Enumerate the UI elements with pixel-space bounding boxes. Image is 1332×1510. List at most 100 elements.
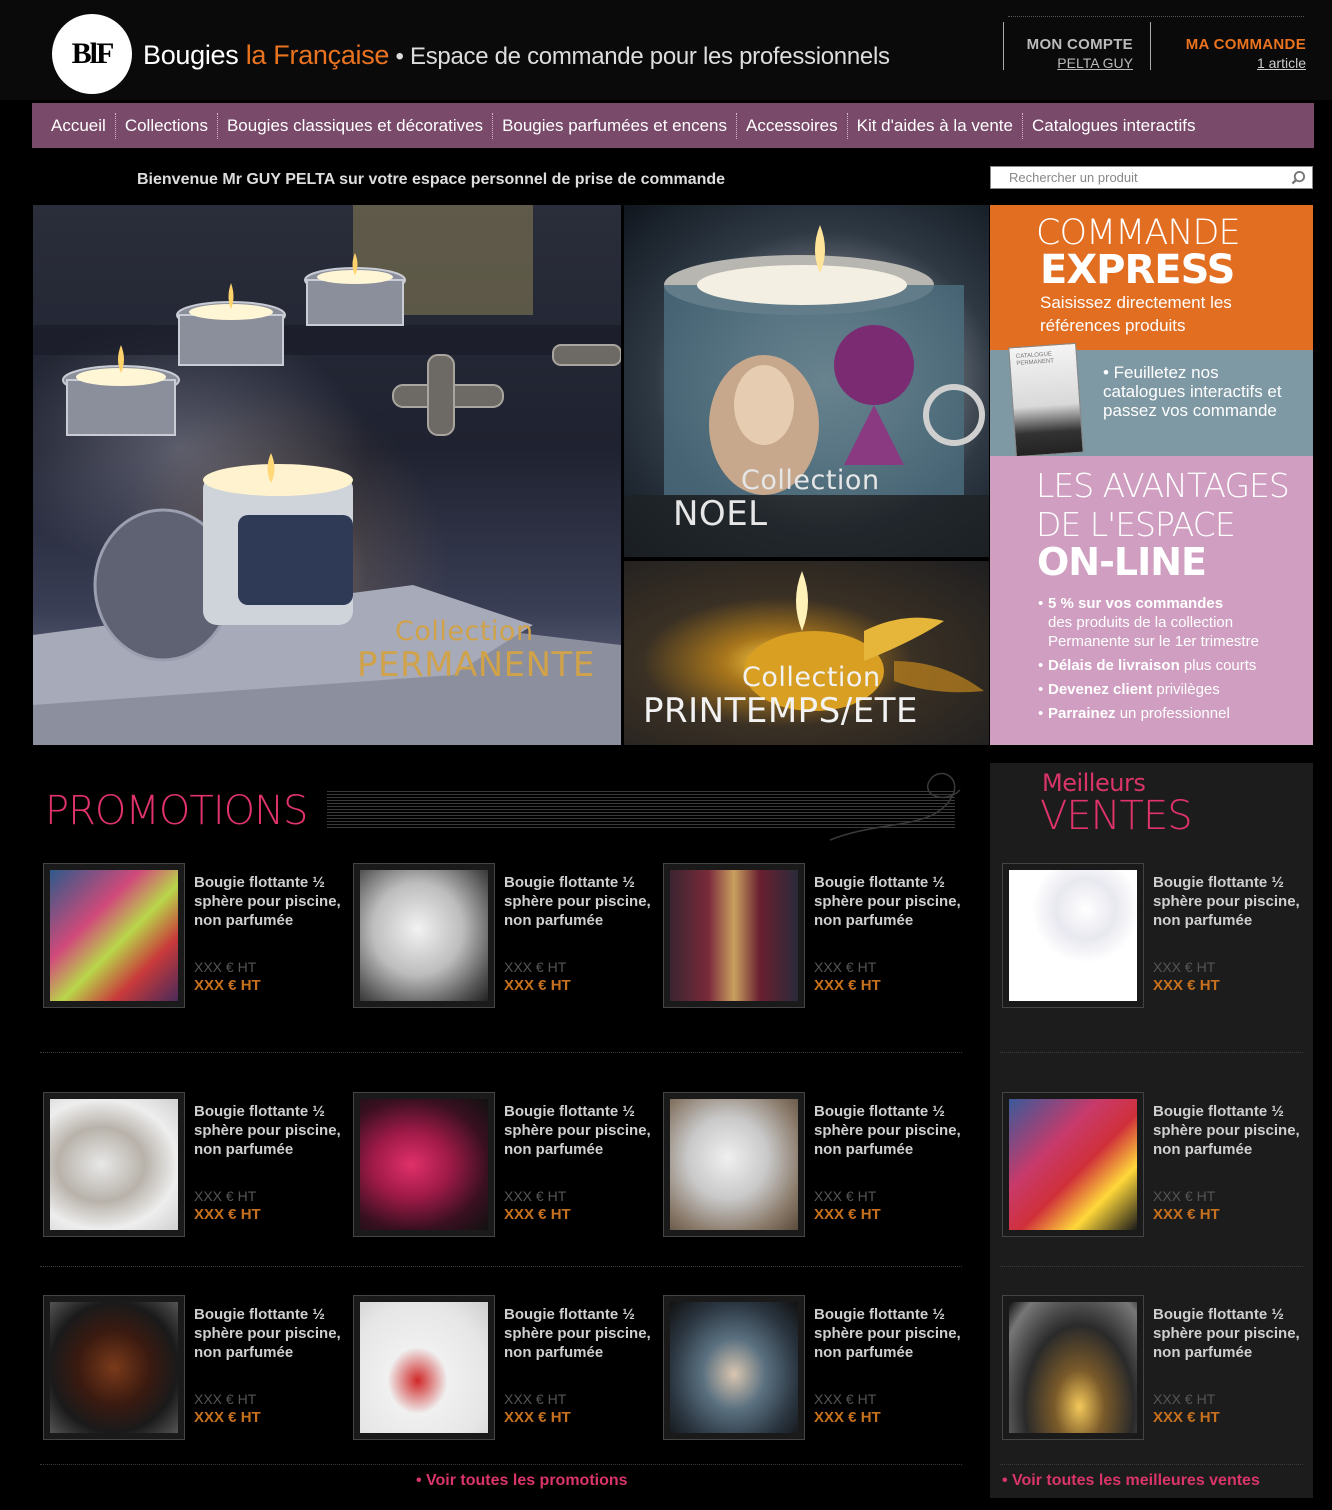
commande-express-box[interactable]: COMMANDE EXPRESS Saisissez directement l… (990, 205, 1313, 350)
swirl-decoration (829, 772, 961, 841)
order-count-link[interactable]: 1 article (1151, 55, 1306, 71)
avantages-item-text: un professionnel (1115, 705, 1230, 722)
promo-product-card[interactable]: Bougie flottante ½ sphère pour piscine, … (663, 863, 963, 1008)
product-image[interactable] (360, 870, 488, 1001)
product-name[interactable]: Bougie flottante ½ sphère pour piscine, … (504, 1305, 652, 1362)
product-old-price: XXX € HT (1153, 959, 1216, 975)
collection-printemps-label: Collection PRINTEMPS/ETE (643, 662, 918, 729)
product-thumbnail[interactable] (1002, 1092, 1144, 1237)
product-thumbnail[interactable] (663, 1295, 805, 1440)
product-thumbnail[interactable] (353, 1295, 495, 1440)
product-price: XXX € HT (194, 1409, 261, 1426)
product-thumbnail[interactable] (43, 1295, 185, 1440)
collection-permanente-line1: Collection (395, 616, 534, 647)
avantages-item: • Délais de livraison plus courts (1038, 657, 1257, 674)
product-name[interactable]: Bougie flottante ½ sphère pour piscine, … (1153, 1102, 1301, 1159)
avantages-title-line2: DE L'ESPACE (1036, 505, 1236, 544)
product-thumbnail[interactable] (663, 1092, 805, 1237)
product-name[interactable]: Bougie flottante ½ sphère pour piscine, … (814, 873, 962, 930)
product-name[interactable]: Bougie flottante ½ sphère pour piscine, … (814, 1102, 962, 1159)
product-thumbnail[interactable] (353, 1092, 495, 1237)
promo-product-card[interactable]: Bougie flottante ½ sphère pour piscine, … (353, 863, 653, 1008)
product-image[interactable] (670, 1099, 798, 1230)
nav-item-accueil[interactable]: Accueil (42, 112, 116, 139)
product-name[interactable]: Bougie flottante ½ sphère pour piscine, … (1153, 873, 1301, 930)
product-image[interactable] (360, 1302, 488, 1433)
main-nav: Accueil Collections Bougies classiques e… (32, 103, 1314, 148)
account-label[interactable]: MON COMPTE (1004, 36, 1133, 53)
product-price: XXX € HT (814, 1206, 881, 1223)
search-input[interactable] (991, 167, 1281, 188)
avantages-item-text: des produits de la collection Permanente… (1048, 614, 1259, 650)
avantages-title-line3: ON-LINE (1037, 540, 1207, 584)
product-thumbnail[interactable] (1002, 1295, 1144, 1440)
nav-item-collections[interactable]: Collections (116, 112, 218, 139)
product-name[interactable]: Bougie flottante ½ sphère pour piscine, … (814, 1305, 962, 1362)
product-image[interactable] (1009, 1302, 1137, 1433)
collection-noel-banner[interactable]: Collection NOEL (624, 205, 989, 557)
search-box[interactable] (990, 166, 1313, 189)
product-image[interactable] (50, 1302, 178, 1433)
promo-product-card[interactable]: Bougie flottante ½ sphère pour piscine, … (43, 863, 343, 1008)
brand-name-part1: Bougies (143, 40, 246, 70)
collection-printemps-line2: PRINTEMPS/ETE (643, 691, 918, 731)
see-all-best-sellers-link[interactable]: • Voir toutes les meilleures ventes (1002, 1472, 1260, 1490)
catalog-cover-text: CATALOGUE PERMANENT (1015, 351, 1055, 367)
product-thumbnail[interactable] (43, 863, 185, 1008)
product-thumbnail[interactable] (43, 1092, 185, 1237)
catalog-box[interactable]: CATALOGUE PERMANENT • Feuilletez nos cat… (990, 342, 1313, 458)
row-separator (40, 1464, 962, 1465)
best-seller-product-card[interactable]: Bougie flottante ½ sphère pour piscine, … (1002, 1295, 1302, 1440)
product-price: XXX € HT (194, 977, 261, 994)
product-name[interactable]: Bougie flottante ½ sphère pour piscine, … (194, 1305, 342, 1362)
product-name[interactable]: Bougie flottante ½ sphère pour piscine, … (504, 1102, 652, 1159)
avantages-item-bold: Délais de livraison (1048, 657, 1180, 674)
search-icon[interactable] (1291, 170, 1306, 185)
nav-item-catalogues[interactable]: Catalogues interactifs (1023, 113, 1204, 139)
avantages-box[interactable]: LES AVANTAGES DE L'ESPACE ON-LINE • 5 % s… (990, 456, 1313, 745)
product-image[interactable] (50, 1099, 178, 1230)
catalog-cover-image: CATALOGUE PERMANENT (1008, 342, 1084, 458)
product-thumbnail[interactable] (663, 863, 805, 1008)
account-block[interactable]: MON COMPTE PELTA GUY (1003, 22, 1133, 71)
product-thumbnail[interactable] (1002, 863, 1144, 1008)
product-old-price: XXX € HT (504, 1391, 567, 1407)
product-price: XXX € HT (504, 1206, 571, 1223)
product-name[interactable]: Bougie flottante ½ sphère pour piscine, … (504, 873, 652, 930)
product-price: XXX € HT (504, 1409, 571, 1426)
product-image[interactable] (50, 870, 178, 1001)
promo-product-card[interactable]: Bougie flottante ½ sphère pour piscine, … (43, 1295, 343, 1440)
product-image[interactable] (360, 1099, 488, 1230)
order-block[interactable]: MA COMMANDE 1 article (1150, 22, 1306, 71)
promotions-title: PROMOTIONS (45, 788, 308, 834)
best-sellers-title-line2: VENTES (1040, 793, 1193, 839)
product-name[interactable]: Bougie flottante ½ sphère pour piscine, … (194, 873, 342, 930)
see-all-promotions-link[interactable]: • Voir toutes les promotions (416, 1472, 628, 1490)
product-price: XXX € HT (1153, 1409, 1220, 1426)
best-seller-product-card[interactable]: Bougie flottante ½ sphère pour piscine, … (1002, 1092, 1302, 1237)
nav-item-kit-aides[interactable]: Kit d'aides à la vente (848, 112, 1023, 139)
product-name[interactable]: Bougie flottante ½ sphère pour piscine, … (1153, 1305, 1301, 1362)
nav-item-bougies-classiques[interactable]: Bougies classiques et décoratives (218, 112, 494, 139)
promo-product-card[interactable]: Bougie flottante ½ sphère pour piscine, … (663, 1092, 963, 1237)
product-image[interactable] (670, 1302, 798, 1433)
promo-product-card[interactable]: Bougie flottante ½ sphère pour piscine, … (353, 1092, 653, 1237)
promo-product-card[interactable]: Bougie flottante ½ sphère pour piscine, … (353, 1295, 653, 1440)
product-thumbnail[interactable] (353, 863, 495, 1008)
brand-logo[interactable]: BlF (52, 14, 132, 94)
collection-printemps-banner[interactable]: Collection PRINTEMPS/ETE (624, 561, 989, 745)
collection-permanente-banner[interactable]: Collection PERMANENTE (33, 205, 621, 745)
best-seller-product-card[interactable]: Bougie flottante ½ sphère pour piscine, … (1002, 863, 1302, 1008)
nav-item-bougies-parfumees[interactable]: Bougies parfumées et encens (493, 112, 737, 139)
product-image[interactable] (1009, 870, 1137, 1001)
order-label[interactable]: MA COMMANDE (1151, 36, 1306, 53)
promo-product-card[interactable]: Bougie flottante ½ sphère pour piscine, … (43, 1092, 343, 1237)
nav-item-accessoires[interactable]: Accessoires (737, 112, 848, 139)
product-old-price: XXX € HT (504, 1188, 567, 1204)
promo-product-card[interactable]: Bougie flottante ½ sphère pour piscine, … (663, 1295, 963, 1440)
account-user-link[interactable]: PELTA GUY (1004, 55, 1133, 71)
product-image[interactable] (670, 870, 798, 1001)
row-separator (1000, 1464, 1303, 1465)
product-name[interactable]: Bougie flottante ½ sphère pour piscine, … (194, 1102, 342, 1159)
product-image[interactable] (1009, 1099, 1137, 1230)
